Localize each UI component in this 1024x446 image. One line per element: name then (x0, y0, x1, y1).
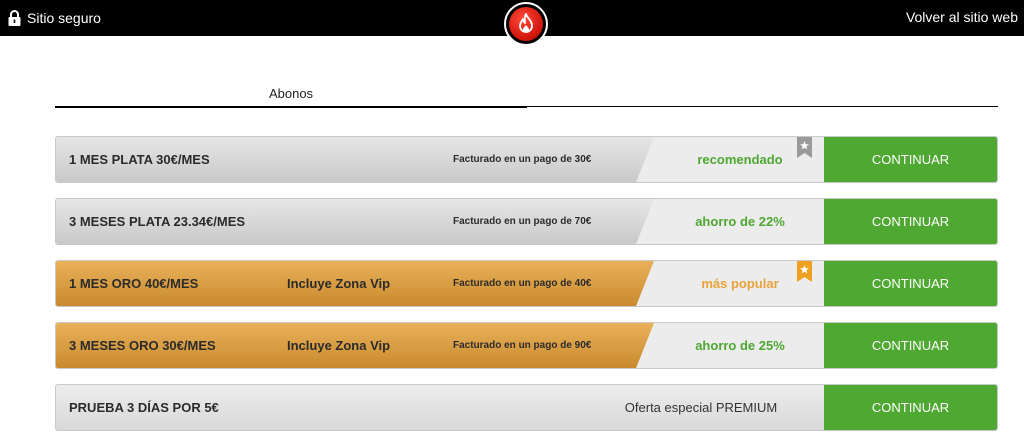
silver-star-ribbon-icon (797, 137, 812, 158)
plan-include: Incluye Zona Vip (287, 276, 391, 291)
plan-title: PRUEBA 3 DÍAS POR 5€ (69, 400, 219, 415)
lock-icon (8, 10, 21, 26)
secure-site-label: Sitio seguro (27, 10, 101, 26)
plan-include: Incluye Zona Vip (287, 338, 391, 353)
plan-billing: Facturado en un pago de 90€ (453, 340, 592, 351)
plan-billing: Facturado en un pago de 30€ (453, 154, 592, 165)
plan-title: 3 MESES PLATA 23.34€/MES (69, 214, 246, 229)
plan-title: 1 MES ORO 40€/MES (69, 276, 199, 291)
gold-star-ribbon-icon (797, 261, 812, 282)
tab-abonos[interactable]: Abonos (55, 84, 527, 108)
continue-button[interactable]: CONTINUAR (824, 261, 997, 306)
flame-icon (519, 13, 533, 33)
tab-bar: Abonos (55, 84, 998, 108)
tab-divider (527, 106, 998, 107)
continue-button[interactable]: CONTINUAR (824, 385, 997, 430)
plan-row-3-months-gold: 3 MESES ORO 30€/MES Incluye Zona Vip Fac… (55, 322, 998, 369)
continue-button[interactable]: CONTINUAR (824, 199, 997, 244)
plan-row-3-months-silver: 3 MESES PLATA 23.34€/MES Facturado en un… (55, 198, 998, 245)
site-logo[interactable] (504, 2, 548, 46)
logo-badge (509, 7, 543, 41)
plan-billing: Facturado en un pago de 40€ (453, 278, 592, 289)
back-to-site-link[interactable]: Volver al sitio web (906, 9, 1018, 25)
secure-site-indicator: Sitio seguro (8, 9, 101, 27)
continue-button[interactable]: CONTINUAR (824, 323, 997, 368)
plan-title: 1 MES PLATA 30€/MES (69, 152, 210, 167)
top-bar: Sitio seguro Volver al sitio web (0, 0, 1024, 46)
plans-list: 1 MES PLATA 30€/MES Facturado en un pago… (55, 136, 998, 446)
plan-tag: ahorro de 22% (695, 214, 785, 229)
plan-billing: Facturado en un pago de 70€ (453, 216, 592, 227)
plan-row-1-month-gold: 1 MES ORO 40€/MES Incluye Zona Vip Factu… (55, 260, 998, 307)
plan-tag: ahorro de 25% (695, 338, 785, 353)
continue-button[interactable]: CONTINUAR (824, 137, 997, 182)
plan-offer: Oferta especial PREMIUM (624, 400, 778, 415)
plan-row-1-month-silver: 1 MES PLATA 30€/MES Facturado en un pago… (55, 136, 998, 183)
plan-title: 3 MESES ORO 30€/MES (69, 338, 216, 353)
plan-row-trial: PRUEBA 3 DÍAS POR 5€ Oferta especial PRE… (55, 384, 998, 431)
